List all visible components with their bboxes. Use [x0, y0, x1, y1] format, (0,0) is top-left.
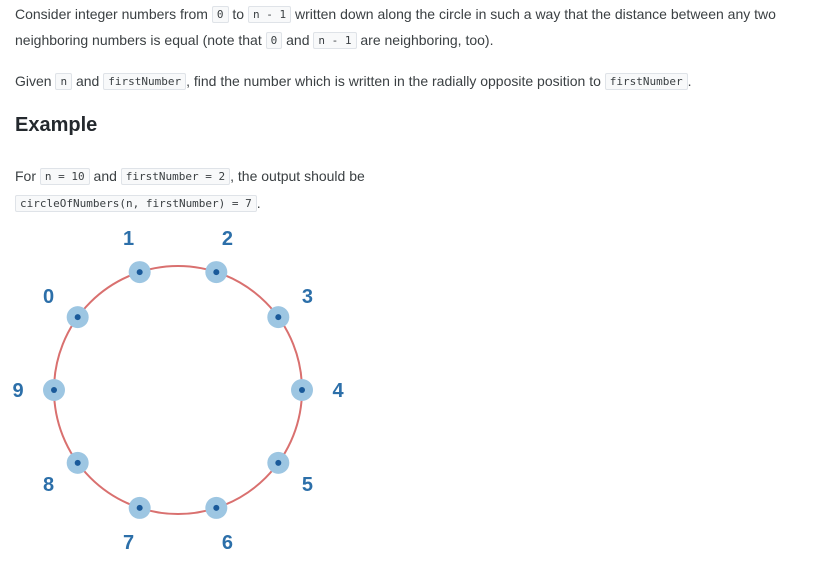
point-dot — [213, 504, 220, 511]
point-dot — [299, 387, 305, 393]
number-label: 6 — [222, 532, 233, 554]
example-line-1: For n = 10 and firstNumber = 2, the outp… — [15, 164, 365, 189]
example-text: , the output should be — [230, 168, 365, 184]
inline-code: firstNumber = 2 — [120, 168, 231, 185]
intro-text: , find the number which is written in th… — [186, 73, 605, 89]
number-label: 1 — [123, 228, 134, 250]
inline-code: n — [55, 73, 73, 90]
point-dot — [275, 459, 282, 466]
intro-text: to — [228, 6, 248, 22]
intro-text: are neighboring, too). — [356, 32, 494, 48]
inline-code: n - 1 — [313, 32, 357, 49]
number-label: 3 — [302, 286, 313, 308]
point-dot — [213, 269, 220, 276]
intro-text: and — [282, 32, 314, 48]
number-label: 0 — [43, 286, 54, 308]
inline-code: n = 10 — [39, 168, 90, 185]
example-line-2: circleOfNumbers(n, firstNumber) = 7. — [15, 191, 261, 216]
point-dot — [275, 314, 282, 321]
intro-line-1: Consider integer numbers from 0 to n - 1… — [15, 2, 776, 27]
intro-line-3: Given n and firstNumber, find the number… — [15, 69, 692, 94]
point-dot — [74, 459, 81, 466]
number-label: 4 — [332, 380, 344, 402]
example-heading: Example — [15, 114, 98, 136]
inline-code: 0 — [265, 32, 283, 49]
intro-text: written down along the circle in such a … — [291, 6, 776, 22]
inline-code: firstNumber — [103, 73, 187, 90]
intro-text: neighboring numbers is equal (note that — [15, 32, 266, 48]
number-label: 7 — [123, 532, 134, 554]
point-dot — [74, 314, 81, 321]
inline-code: circleOfNumbers(n, firstNumber) = 7 — [15, 195, 257, 212]
number-label: 8 — [43, 474, 54, 496]
intro-text: Consider integer numbers from — [15, 6, 212, 22]
inline-code: 0 — [211, 6, 229, 23]
point-dot — [136, 504, 143, 511]
number-label: 9 — [12, 380, 23, 402]
intro-text: . — [687, 73, 692, 89]
inline-code: n - 1 — [247, 6, 292, 23]
example-text: and — [89, 168, 121, 184]
example-text: For — [15, 168, 40, 184]
intro-line-2: neighboring numbers is equal (note that … — [15, 28, 493, 53]
number-label: 5 — [302, 474, 313, 496]
intro-text: and — [72, 73, 104, 89]
point-dot — [136, 269, 143, 276]
circle-of-numbers-diagram: 0 1 2 3 4 5 6 7 8 9 — [12, 228, 344, 554]
circle-points: 0 1 2 3 4 5 6 7 8 9 — [12, 228, 344, 554]
point-dot — [51, 387, 57, 393]
example-text: . — [256, 195, 261, 211]
number-label: 2 — [222, 228, 233, 250]
intro-text: Given — [15, 73, 56, 89]
number-circle — [53, 265, 303, 515]
inline-code: firstNumber — [604, 73, 688, 90]
